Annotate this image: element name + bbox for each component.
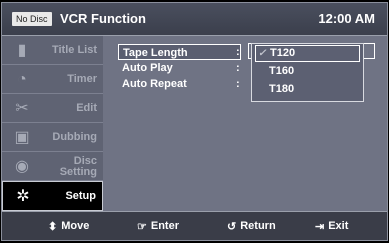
return-icon: ↺	[227, 220, 237, 233]
sidebar-item-timer[interactable]: ◔ Timer	[2, 65, 103, 94]
sidebar-item-dubbing[interactable]: ▣ Dubbing	[2, 123, 103, 152]
clock-display: 12:00 AM	[318, 11, 375, 26]
sidebar-item-label: Disc Setting	[59, 154, 97, 178]
sidebar-item-label: Edit	[76, 102, 97, 114]
move-hint: ⬍ Move	[48, 212, 89, 240]
osd-frame: No Disc VCR Function 12:00 AM ▮ Title Li…	[1, 2, 388, 241]
no-disc-badge: No Disc	[12, 12, 52, 26]
footer-bar: ⬍ Move ☞ Enter ↺ Return ⇥ Exit	[2, 211, 387, 240]
sidebar-item-label: Timer	[67, 73, 97, 85]
return-label: Return	[240, 220, 276, 232]
sidebar-item-label: Title List	[51, 44, 97, 56]
exit-icon: ⇥	[315, 220, 325, 233]
check-icon: ✓	[258, 48, 267, 59]
option-label: T180	[269, 83, 295, 95]
scissors-icon: ✂	[15, 100, 29, 117]
header-bar: No Disc VCR Function 12:00 AM	[2, 3, 387, 36]
dubbing-icon: ▣	[14, 129, 30, 146]
film-icon: ▮	[17, 42, 27, 59]
sidebar-item-disc-setting[interactable]: ◉ Disc Setting	[2, 152, 103, 181]
return-hint: ↺ Return	[227, 212, 276, 240]
enter-hint: ☞ Enter	[137, 212, 179, 240]
disc-icon: ◉	[15, 158, 29, 175]
setting-colon: :	[236, 46, 240, 58]
exit-label: Exit	[328, 220, 349, 232]
sidebar-item-label: Dubbing	[52, 131, 97, 143]
clock-icon: ◔	[17, 71, 27, 88]
settings-panel: Tape Length : Auto Play : Auto Repeat : …	[110, 42, 386, 208]
sidebar-item-edit[interactable]: ✂ Edit	[2, 94, 103, 123]
setting-auto-play[interactable]: Auto Play	[118, 60, 241, 76]
option-t160[interactable]: T160	[255, 64, 360, 81]
setting-auto-repeat[interactable]: Auto Repeat	[118, 76, 241, 92]
sidebar-item-setup[interactable]: ✲ Setup	[2, 181, 103, 211]
enter-icon: ☞	[137, 220, 147, 233]
vcr-osd-screen: No Disc VCR Function 12:00 AM ▮ Title Li…	[0, 0, 389, 243]
updown-arrow-icon: ⬍	[48, 220, 58, 233]
move-label: Move	[61, 220, 90, 232]
option-label: T160	[269, 65, 295, 77]
enter-label: Enter	[150, 220, 179, 232]
setting-colon: :	[236, 78, 240, 90]
exit-hint: ⇥ Exit	[315, 212, 348, 240]
sidebar-menu: ▮ Title List ◔ Timer ✂ Edit ▣ Dubbing ◉ …	[2, 36, 103, 211]
sidebar-item-label: Setup	[65, 190, 96, 202]
setting-colon: :	[236, 62, 240, 74]
setting-tape-length[interactable]: Tape Length	[118, 44, 241, 60]
tape-length-dropdown: ✓ T120 T160 T180	[251, 43, 364, 102]
gear-icon: ✲	[16, 188, 30, 205]
option-t180[interactable]: T180	[255, 82, 360, 99]
option-t120[interactable]: ✓ T120	[255, 45, 360, 62]
option-label: T120	[270, 47, 296, 59]
sidebar-item-title-list[interactable]: ▮ Title List	[2, 36, 103, 65]
page-title: VCR Function	[60, 11, 146, 26]
